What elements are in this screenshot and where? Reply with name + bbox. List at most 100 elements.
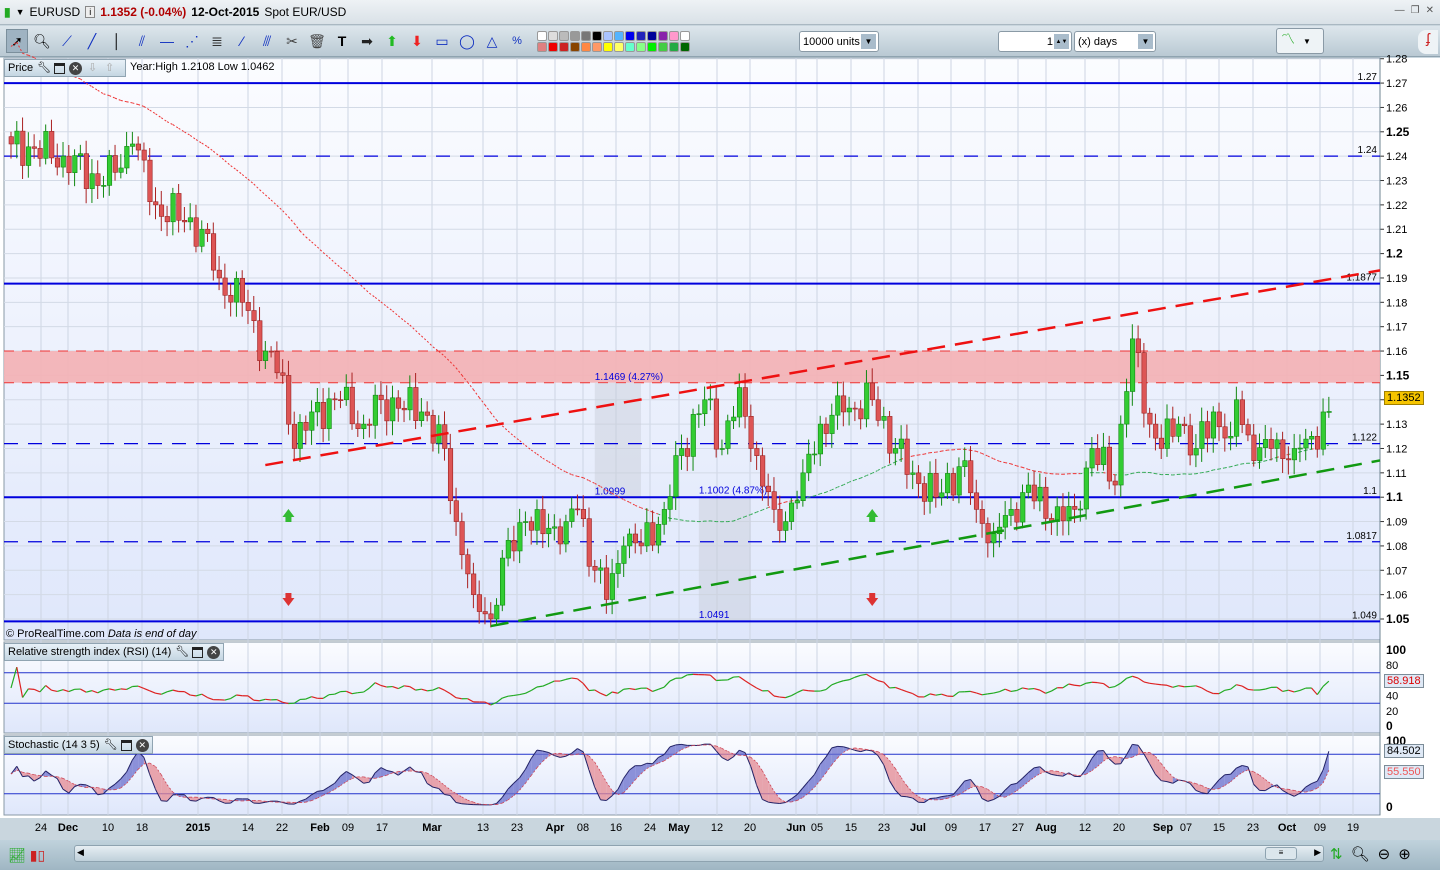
candle-body xyxy=(725,420,731,449)
candles-icon[interactable]: ▮▯ xyxy=(30,847,45,864)
candle-body xyxy=(962,460,968,467)
zoom-out-icon[interactable]: ⊖ xyxy=(1378,845,1391,863)
chart-canvas[interactable]: 24 Dec 10 18 2015 14 22 Feb 09 17 Mar 13 23 Apr 08 16 24… xyxy=(0,0,1440,840)
y-tick-label: 1.06 xyxy=(1386,590,1407,602)
candle-body xyxy=(430,415,436,444)
move-up-icon[interactable]: ⇧ xyxy=(103,62,116,75)
level-label: 1.27 xyxy=(1358,72,1378,83)
scrollbar-thumb[interactable]: ≡ xyxy=(1265,847,1297,860)
candle-body xyxy=(1245,424,1251,436)
stochastic-panel xyxy=(3,734,1381,816)
candle-body xyxy=(788,502,795,522)
candle-body xyxy=(621,545,627,564)
auto-scale-icon[interactable]: ⇅ xyxy=(1330,845,1343,863)
window-icon[interactable] xyxy=(192,646,204,658)
candle-body xyxy=(499,557,506,606)
horizontal-scrollbar[interactable]: ◀ ≡ ▶ xyxy=(74,845,1324,862)
candle-body xyxy=(939,492,945,498)
x-tick-label: Aug xyxy=(1035,822,1056,834)
candle-body xyxy=(20,130,26,166)
candle-body xyxy=(78,153,84,156)
candle-body xyxy=(1182,423,1188,427)
close-icon[interactable]: ✕ xyxy=(69,61,83,75)
candle-body xyxy=(164,216,170,223)
candle-body xyxy=(1222,426,1228,439)
candle-body xyxy=(679,448,685,456)
x-tick-label: 17 xyxy=(376,822,388,834)
candle-body xyxy=(1268,439,1274,449)
y-tick-label: 1.1 xyxy=(1386,490,1403,504)
candle-body xyxy=(979,509,985,524)
eod-note: Data is end of day xyxy=(107,628,197,640)
wrench-icon[interactable]: 🔧︎ xyxy=(175,646,189,659)
y-tick-label: 1.28 xyxy=(1386,54,1407,66)
candle-body xyxy=(413,387,419,421)
candle-body xyxy=(1320,411,1326,450)
scroll-left-icon[interactable]: ◀ xyxy=(77,847,84,858)
candle-body xyxy=(898,438,904,449)
x-tick-label: Dec xyxy=(58,822,78,834)
zoom-in-icon[interactable]: ⊕ xyxy=(1398,845,1411,863)
candle-body xyxy=(945,473,951,494)
measure-high-label: 1.1002 (4.87%) xyxy=(699,486,767,497)
window-icon[interactable] xyxy=(120,739,132,751)
scroll-right-icon[interactable]: ▶ xyxy=(1314,847,1321,858)
candle-body xyxy=(1257,447,1263,461)
candle-body xyxy=(361,423,367,429)
candle-body xyxy=(904,438,910,475)
candle-body xyxy=(1002,515,1008,528)
x-tick-label: 10 xyxy=(102,822,114,834)
copyright: © ProRealTime.com xyxy=(6,628,105,640)
candle-body xyxy=(950,473,956,496)
window-icon[interactable] xyxy=(54,62,66,74)
x-tick-label: 17 xyxy=(979,822,991,834)
candle-body xyxy=(771,491,777,510)
stochastic-k-line xyxy=(600,799,607,802)
stochastic-k-line xyxy=(190,799,197,802)
close-icon[interactable]: ✕ xyxy=(135,738,149,752)
candle-body xyxy=(713,398,719,450)
rsi-value-tag: 58.918 xyxy=(1384,674,1424,688)
candle-body xyxy=(586,518,592,567)
y-tick-label: 1.23 xyxy=(1386,176,1407,188)
y-tick-label: 1.12 xyxy=(1386,443,1407,455)
candle-body xyxy=(1210,411,1217,439)
rsi-line-segment xyxy=(588,689,595,692)
candle-body xyxy=(748,415,754,449)
candle-body xyxy=(268,350,274,353)
candle-body xyxy=(505,540,511,559)
candle-body xyxy=(95,173,101,186)
chart-type-icon[interactable]: 📈︎ xyxy=(8,847,26,864)
rsi-line-segment xyxy=(1247,688,1254,691)
year-range-info: Year:High 1.2108 Low 1.0462 xyxy=(130,61,275,73)
candle-body xyxy=(817,423,824,455)
candle-body xyxy=(315,401,321,413)
candle-body xyxy=(297,422,303,449)
wrench-icon[interactable]: 🔧︎ xyxy=(37,62,51,75)
rsi-line-segment xyxy=(265,698,272,701)
y-tick-label: 1.07 xyxy=(1386,565,1407,577)
x-tick-label: 22 xyxy=(276,822,288,834)
zoom-fit-icon[interactable]: 🔍︎ xyxy=(1351,845,1370,863)
candle-body xyxy=(650,522,656,546)
wrench-icon[interactable]: 🔧︎ xyxy=(104,739,118,752)
candle-body xyxy=(251,310,257,322)
close-icon[interactable]: ✕ xyxy=(207,645,221,659)
x-tick-label: 23 xyxy=(1247,822,1259,834)
candle-body xyxy=(37,148,43,159)
rsi-line-segment xyxy=(427,689,434,692)
level-label: 1.122 xyxy=(1352,433,1377,444)
candle-body xyxy=(49,131,55,159)
candle-body xyxy=(557,526,563,545)
candle-body xyxy=(494,604,500,620)
candle-body xyxy=(933,473,939,498)
y-tick-label: 1.21 xyxy=(1386,224,1407,236)
price-panel xyxy=(3,57,1381,641)
candle-body xyxy=(661,509,667,525)
rsi-line-segment xyxy=(571,677,578,680)
candle-body xyxy=(378,394,384,401)
candle-body xyxy=(1037,486,1043,502)
move-down-icon[interactable]: ⇩ xyxy=(86,62,99,75)
candle-body xyxy=(1274,439,1280,449)
x-tick-label: 09 xyxy=(945,822,957,834)
